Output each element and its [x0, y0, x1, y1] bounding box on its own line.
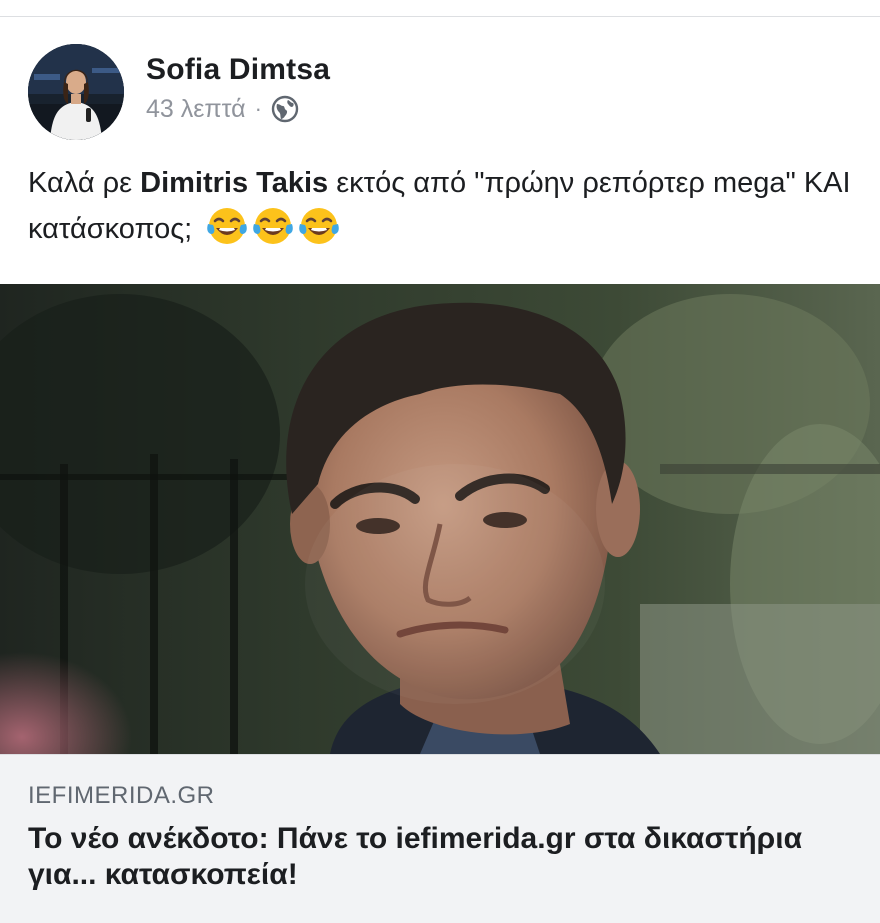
post-text-prefix: Καλά ρε — [28, 167, 141, 199]
post-timestamp[interactable]: 43 λεπτά — [146, 94, 246, 124]
emoji-row — [206, 206, 344, 246]
divider — [0, 16, 880, 17]
facebook-post: Sofia Dimtsa 43 λεπτά · Καλά ρε Dimitris… — [0, 0, 880, 923]
post-header: Sofia Dimtsa 43 λεπτά · — [28, 44, 330, 142]
link-domain: IEFIMERIDA.GR — [28, 782, 215, 809]
face-with-tears-of-joy-icon — [206, 206, 248, 246]
link-preview[interactable]: IEFIMERIDA.GR Το νέο ανέκδοτο: Πάνε το i… — [0, 284, 880, 923]
face-with-tears-of-joy-icon — [252, 206, 294, 246]
avatar[interactable] — [28, 44, 124, 140]
link-preview-image[interactable] — [0, 284, 880, 754]
post-meta: 43 λεπτά · — [146, 94, 330, 124]
link-caption[interactable]: IEFIMERIDA.GR Το νέο ανέκδοτο: Πάνε το i… — [0, 754, 880, 923]
author-name[interactable]: Sofia Dimtsa — [146, 52, 330, 88]
author-block: Sofia Dimtsa 43 λεπτά · — [146, 44, 330, 124]
post-text: Καλά ρε Dimitris Takis εκτός από "πρώην … — [28, 160, 858, 252]
meta-separator: · — [254, 96, 262, 121]
link-title[interactable]: Το νέο ανέκδοτο: Πάνε το iefimerida.gr σ… — [28, 821, 848, 893]
mention-link[interactable]: Dimitris Takis — [140, 167, 328, 199]
globe-icon[interactable] — [271, 95, 299, 123]
face-with-tears-of-joy-icon — [298, 206, 340, 246]
